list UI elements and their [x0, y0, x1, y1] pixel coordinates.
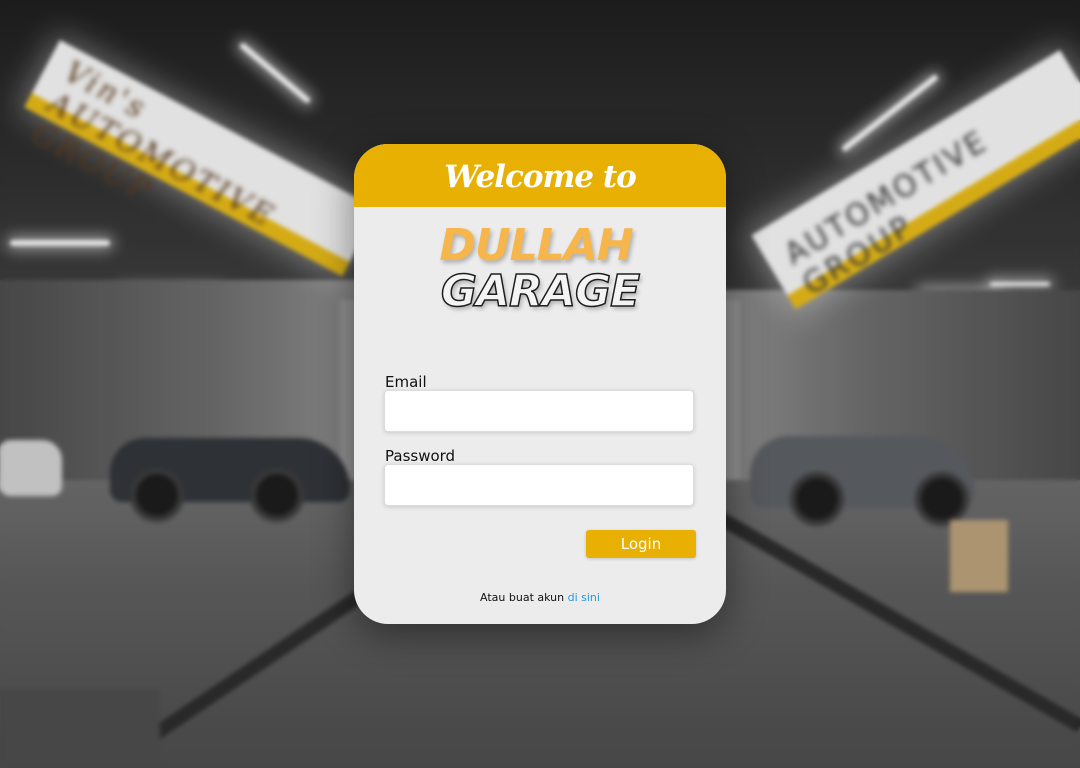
logo-text-dullah: DULLAH	[439, 220, 633, 271]
email-label: Email	[385, 373, 427, 391]
password-field[interactable]	[384, 464, 694, 506]
signup-prompt-text: Atau buat akun	[480, 591, 565, 604]
signup-link[interactable]: di sini	[568, 591, 600, 604]
login-card: Welcome to DULLAH GARAGE Email Password …	[354, 144, 726, 624]
login-button[interactable]: Login	[586, 530, 696, 558]
card-header: Welcome to	[354, 144, 726, 207]
brand-logo: DULLAH GARAGE	[354, 220, 726, 317]
password-label: Password	[385, 447, 456, 465]
welcome-title: Welcome to	[444, 158, 637, 195]
email-field[interactable]	[384, 390, 694, 432]
signup-prompt: Atau buat akun di sini	[354, 591, 726, 604]
logo-text-garage: GARAGE	[440, 266, 641, 317]
